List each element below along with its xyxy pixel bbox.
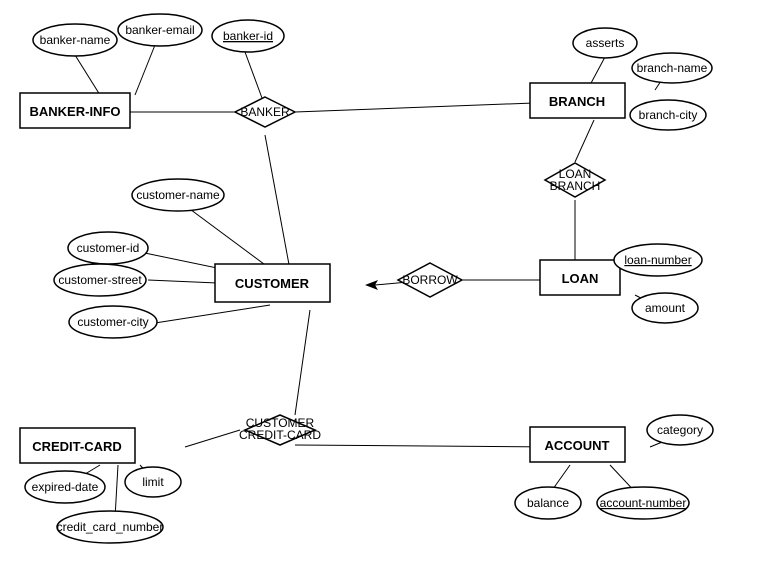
line-branch-loanbranch — [575, 120, 594, 162]
line-bankeremail-bankerinfo — [135, 45, 155, 95]
line-customercity-customer — [155, 305, 270, 323]
attr-banker-email-label: banker-email — [125, 23, 194, 37]
attr-banker-id-label: banker-id — [223, 29, 273, 43]
attr-loan-number-label: loan-number — [624, 253, 691, 267]
rel-loan-branch-label2: BRANCH — [550, 179, 601, 193]
rel-borrow-label: BORROW — [402, 273, 458, 287]
attr-customer-city-label: customer-city — [77, 315, 148, 329]
attr-banker-name-label: banker-name — [40, 33, 111, 47]
attr-account-number-label: account-number — [600, 496, 687, 510]
entity-account-label: ACCOUNT — [545, 438, 610, 453]
entity-banker-info-label: BANKER-INFO — [30, 104, 121, 119]
entity-credit-card-label: CREDIT-CARD — [32, 439, 122, 454]
attr-customer-street-label: customer-street — [58, 273, 142, 287]
line-bankername-bankerinfo — [75, 55, 100, 95]
line-banker-customer — [265, 135, 290, 270]
line-customer-ccc — [295, 310, 310, 415]
line-bankerid-banker — [245, 52, 262, 98]
line-creditcardnumber-creditcard — [115, 465, 118, 518]
attr-asserts-label: asserts — [586, 36, 625, 50]
line-ccc-account — [295, 445, 555, 447]
attr-amount-label: amount — [645, 301, 686, 315]
attr-limit-label: limit — [142, 475, 164, 489]
entity-customer-label: CUSTOMER — [235, 276, 310, 291]
attr-category-label: category — [657, 423, 703, 437]
attr-customer-name-label: customer-name — [136, 188, 220, 202]
attr-credit-card-number-label: credit_card_number — [57, 520, 164, 534]
rel-ccc-label2: CREDIT-CARD — [239, 428, 321, 442]
attr-branch-city-label: branch-city — [639, 108, 698, 122]
line-banker-branch — [295, 102, 560, 112]
rel-banker-label: BANKER — [240, 105, 290, 119]
attr-branch-name-label: branch-name — [637, 61, 708, 75]
line-asserts-branch — [590, 57, 605, 85]
er-diagram: BANKER-INFO BRANCH CUSTOMER LOAN CREDIT-… — [0, 0, 770, 568]
attr-expired-date-label: expired-date — [32, 480, 99, 494]
entity-loan-label: LOAN — [562, 271, 599, 286]
entity-branch-label: BRANCH — [549, 94, 605, 109]
line-ccc-creditcard — [185, 430, 240, 447]
attr-balance-label: balance — [527, 496, 569, 510]
attr-customer-id-label: customer-id — [77, 241, 140, 255]
